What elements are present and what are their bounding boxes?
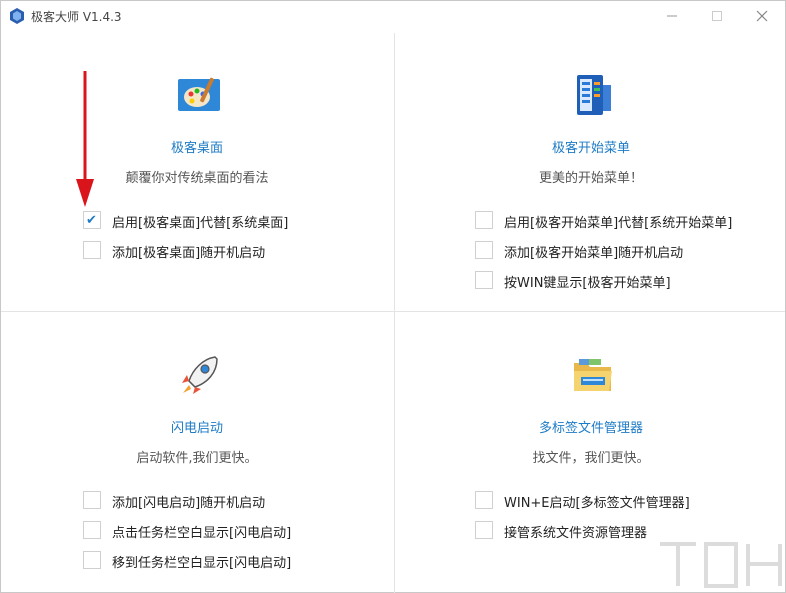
checkmark-icon: ✔ — [86, 213, 97, 228]
panel-title: 闪电启动 — [170, 421, 223, 436]
close-icon[interactable] — [751, 5, 773, 27]
panel-description: 启动软件,我们更快。 — [136, 451, 258, 466]
maximize-icon[interactable] — [706, 5, 728, 27]
checkbox[interactable] — [83, 491, 101, 509]
option-label: 点击任务栏空白显示[闪电启动] — [112, 526, 292, 541]
panel-flash-launch: 闪电启动 启动软件,我们更快。 添加[闪电启动]随开机启动 点击任务栏空白显示[… — [1, 313, 393, 591]
option-label: 接管系统文件资源管理器 — [504, 526, 648, 541]
panel-title: 极客开始菜单 — [551, 141, 630, 156]
folder-icon — [574, 359, 612, 391]
watermark-logo-icon — [660, 542, 782, 588]
window-title: 极客大师 V1.4.3 — [31, 10, 122, 24]
red-arrow-icon — [76, 71, 94, 207]
minimize-icon[interactable] — [661, 5, 683, 27]
rocket-icon — [182, 356, 218, 394]
start-menu-icon — [577, 75, 611, 115]
checkbox[interactable] — [475, 211, 493, 229]
option-label: WIN+E启动[多标签文件管理器] — [504, 496, 690, 511]
option-label: 添加[闪电启动]随开机启动 — [112, 496, 266, 511]
panel-geek-start-menu: 极客开始菜单 更美的开始菜单！ 启用[极客开始菜单]代替[系统开始菜单] 添加[… — [395, 33, 786, 311]
palette-icon — [178, 77, 220, 111]
app-window: 极客大师 V1.4.3 极客桌面 颠覆你对传统桌面的看法 ✔ 启用[极客桌面]代… — [0, 0, 786, 593]
checkbox[interactable] — [475, 241, 493, 259]
option-label: 启用[极客开始菜单]代替[系统开始菜单] — [504, 216, 733, 231]
checkbox[interactable] — [475, 521, 493, 539]
panel-description: 颠覆你对传统桌面的看法 — [125, 171, 269, 186]
checkbox[interactable] — [475, 271, 493, 289]
panel-geek-desktop: 极客桌面 颠覆你对传统桌面的看法 ✔ 启用[极客桌面]代替[系统桌面] 添加[极… — [1, 33, 393, 311]
checkbox[interactable] — [83, 551, 101, 569]
app-logo-icon — [10, 8, 24, 24]
checkbox[interactable] — [83, 521, 101, 539]
checkbox[interactable] — [83, 241, 101, 259]
checkbox[interactable] — [475, 491, 493, 509]
horizontal-divider — [1, 311, 785, 312]
panel-description: 找文件，我们更快。 — [532, 451, 650, 466]
option-label: 添加[极客开始菜单]随开机启动 — [504, 246, 684, 261]
panel-description: 更美的开始菜单！ — [538, 171, 643, 186]
title-bar[interactable]: 极客大师 V1.4.3 — [1, 1, 785, 31]
option-label: 启用[极客桌面]代替[系统桌面] — [112, 216, 289, 231]
option-label: 移到任务栏空白显示[闪电启动] — [112, 556, 292, 571]
panel-title: 多标签文件管理器 — [538, 421, 643, 436]
option-label: 按WIN键显示[极客开始菜单] — [504, 276, 671, 291]
checkbox[interactable]: ✔ — [83, 211, 101, 229]
option-label: 添加[极客桌面]随开机启动 — [112, 246, 266, 261]
panel-title: 极客桌面 — [170, 141, 223, 156]
